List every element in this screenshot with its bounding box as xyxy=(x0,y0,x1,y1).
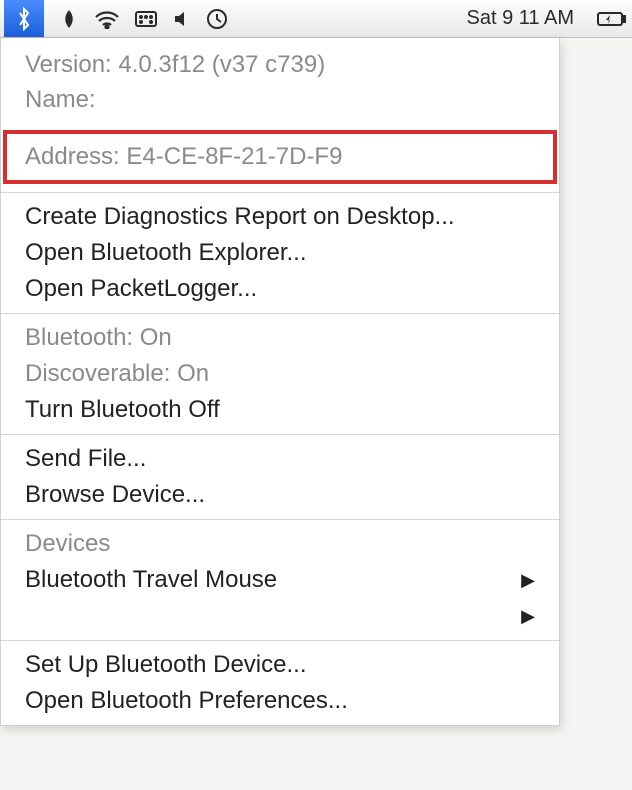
bluetooth-status: Bluetooth: On xyxy=(1,320,559,356)
clock-icon[interactable] xyxy=(206,0,228,37)
device-item-hidden[interactable]: ▶ xyxy=(1,598,559,634)
menubar-time[interactable]: Sat 9 11 AM xyxy=(467,7,574,30)
discoverable-label: Discoverable: xyxy=(25,360,170,387)
name-line: Name: xyxy=(25,83,535,118)
address-highlight: Address: E4-CE-8F-21-7D-F9 xyxy=(3,130,557,185)
version-value: 4.0.3f12 (v37 c739) xyxy=(118,51,325,78)
chevron-right-icon: ▶ xyxy=(521,606,535,627)
open-packetlogger-item[interactable]: Open PacketLogger... xyxy=(1,271,559,307)
device-label: Bluetooth Travel Mouse xyxy=(25,566,277,594)
send-file-item[interactable]: Send File... xyxy=(1,441,559,477)
address-line: Address: E4-CE-8F-21-7D-F9 xyxy=(25,140,535,175)
open-explorer-item[interactable]: Open Bluetooth Explorer... xyxy=(1,235,559,271)
battery-icon[interactable] xyxy=(596,0,628,37)
chevron-right-icon: ▶ xyxy=(521,570,535,591)
turn-bluetooth-off-item[interactable]: Turn Bluetooth Off xyxy=(1,392,559,428)
create-diagnostics-item[interactable]: Create Diagnostics Report on Desktop... xyxy=(1,199,559,235)
browse-device-item[interactable]: Browse Device... xyxy=(1,477,559,513)
bluetooth-dropdown: Version: 4.0.3f12 (v37 c739) Name: Addre… xyxy=(0,38,560,726)
version-line: Version: 4.0.3f12 (v37 c739) xyxy=(25,48,535,83)
status-section: Bluetooth: On Discoverable: On Turn Blue… xyxy=(1,314,559,434)
name-label: Name: xyxy=(25,86,96,113)
devices-section: Devices Bluetooth Travel Mouse ▶ ▶ xyxy=(1,520,559,640)
setup-device-item[interactable]: Set Up Bluetooth Device... xyxy=(1,647,559,683)
device-item[interactable]: Bluetooth Travel Mouse ▶ xyxy=(1,562,559,598)
device-label-hidden xyxy=(25,602,32,630)
open-preferences-item[interactable]: Open Bluetooth Preferences... xyxy=(1,683,559,719)
keyboard-icon[interactable] xyxy=(134,0,158,37)
wifi-icon[interactable] xyxy=(94,0,120,37)
tools-section: Create Diagnostics Report on Desktop... … xyxy=(1,193,559,313)
info-section: Version: 4.0.3f12 (v37 c739) Name: xyxy=(1,38,559,126)
address-value: E4-CE-8F-21-7D-F9 xyxy=(126,143,342,170)
bt-status-value: On xyxy=(140,324,172,351)
version-label: Version: xyxy=(25,51,112,78)
address-label: Address: xyxy=(25,143,120,170)
menubar: Sat 9 11 AM xyxy=(0,0,632,38)
discoverable-status: Discoverable: On xyxy=(1,356,559,392)
volume-icon[interactable] xyxy=(172,0,192,37)
ink-icon[interactable] xyxy=(58,0,80,37)
transfer-section: Send File... Browse Device... xyxy=(1,435,559,519)
bluetooth-icon[interactable] xyxy=(4,0,44,37)
setup-section: Set Up Bluetooth Device... Open Bluetoot… xyxy=(1,641,559,725)
discoverable-value: On xyxy=(177,360,209,387)
devices-header: Devices xyxy=(1,526,559,562)
bt-status-label: Bluetooth: xyxy=(25,324,133,351)
